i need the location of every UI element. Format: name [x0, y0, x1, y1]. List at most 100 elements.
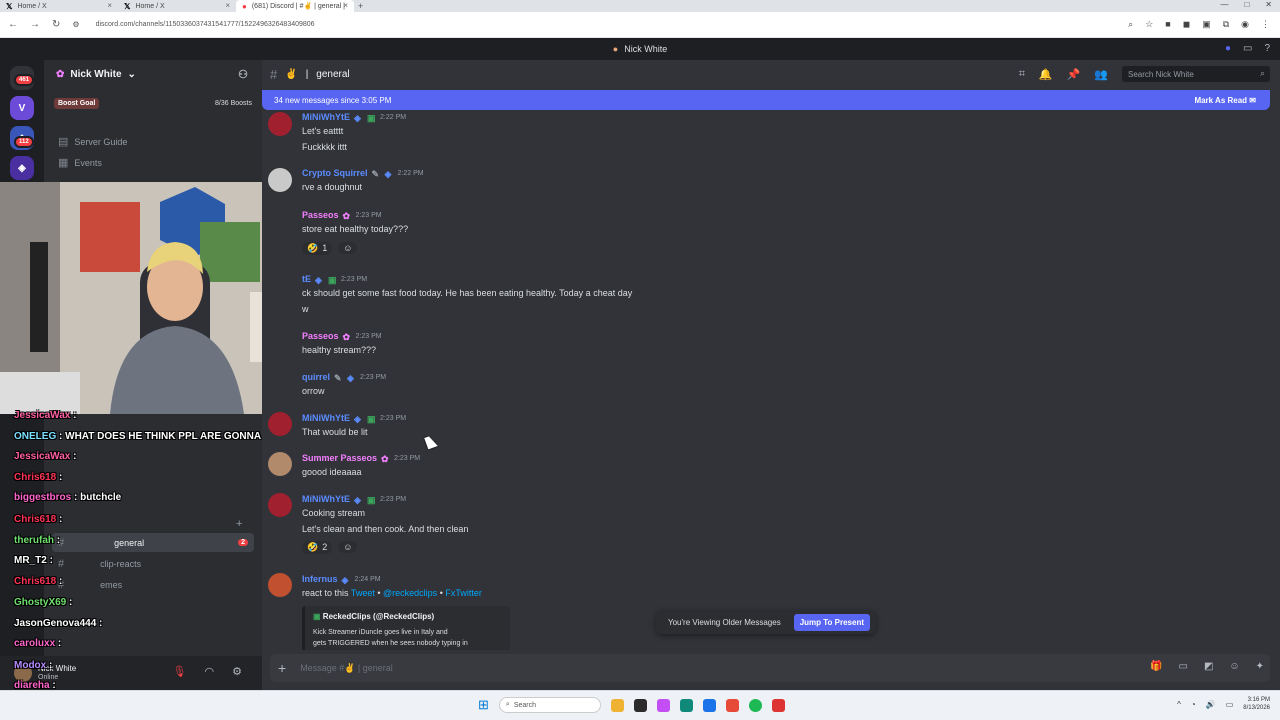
message-author[interactable]: tE ◈ ▣ 2:23 PM — [302, 274, 367, 285]
message-author[interactable]: MiNiWhYtE ◈ ▣ 2:23 PM — [302, 413, 406, 424]
bell-icon[interactable]: 🔔 — [1039, 68, 1053, 81]
add-reaction-icon[interactable]: ☺ — [338, 242, 358, 254]
volume-icon[interactable]: 🔊 — [1206, 700, 1216, 709]
message-author[interactable]: MiNiWhYtE ◈ ▣ 2:22 PM — [302, 112, 406, 123]
mark-as-read-button[interactable]: Mark As Read ✉ — [1194, 96, 1256, 105]
invite-icon[interactable]: ⚇ — [238, 68, 248, 81]
attach-plus-icon[interactable]: + — [278, 660, 286, 676]
avatar[interactable] — [268, 573, 292, 597]
help-icon[interactable]: ? — [1264, 43, 1270, 54]
gear-icon[interactable]: ⚙ — [232, 665, 242, 678]
site-info-icon[interactable]: ⚙ — [72, 20, 79, 29]
message-author[interactable]: Infernus ◈ 2:24 PM — [302, 574, 381, 585]
battery-icon[interactable]: ▭ — [1226, 700, 1234, 709]
extensions-puzzle-icon[interactable]: ⧉ — [1223, 19, 1229, 30]
windows-start-icon[interactable]: ⊞ — [478, 697, 489, 713]
extension-icon[interactable]: ▣ — [1202, 19, 1211, 30]
close-tab-icon[interactable]: × — [107, 1, 112, 10]
taskbar-search[interactable]: ⌕ Search — [498, 697, 601, 713]
nav-events[interactable]: ▦ Events — [52, 153, 254, 172]
server-icon[interactable]: ◈ — [10, 156, 34, 180]
stream-chat-line: ONELEG : WHAT DOES HE THINK PPL ARE GONN… — [14, 431, 283, 442]
apps-icon[interactable]: ✦ — [1256, 661, 1264, 672]
minimize-icon[interactable]: — — [1220, 0, 1228, 9]
fxtwitter-link[interactable]: FxTwitter — [445, 588, 482, 598]
profile-icon[interactable]: ◉ — [1241, 19, 1249, 30]
zoom-icon[interactable]: ⌕ — [1128, 19, 1133, 30]
url-field[interactable]: discord.com/channels/1150336037431541777… — [96, 21, 315, 28]
maximize-icon[interactable]: □ — [1244, 0, 1249, 9]
close-tab-icon[interactable]: × — [225, 1, 230, 10]
browser-tab[interactable]: 𝕏 Home / X × — [0, 0, 118, 12]
app-icon[interactable] — [771, 698, 785, 712]
message-author[interactable]: Crypto Squirrel ✎ ◈ 2:22 PM — [302, 168, 424, 179]
channel-general[interactable]: # general 2 — [52, 533, 254, 552]
browser-tab[interactable]: 𝕏 Home / X × — [118, 0, 236, 12]
avatar[interactable] — [268, 412, 292, 436]
chevron-up-icon[interactable]: ^ — [1177, 700, 1181, 709]
server-icon[interactable]: V — [10, 96, 34, 120]
reaction-chip[interactable]: 🤣 2 — [302, 540, 333, 554]
chrome-icon[interactable] — [725, 698, 739, 712]
message-author[interactable]: MiNiWhYtE ◈ ▣ 2:23 PM — [302, 494, 406, 505]
jump-to-present-button[interactable]: Jump To Present — [793, 614, 870, 631]
avatar[interactable] — [268, 112, 292, 136]
tweet-link[interactable]: Tweet — [351, 588, 375, 598]
new-tab-icon[interactable]: + — [358, 1, 363, 11]
emoji-icon[interactable]: ☺ — [1229, 661, 1239, 672]
close-tab-icon[interactable]: × — [343, 1, 348, 10]
close-window-icon[interactable]: ✕ — [1265, 0, 1272, 9]
member-list-icon[interactable]: 👥 — [1094, 68, 1108, 81]
back-icon[interactable]: ← — [8, 19, 18, 30]
extension-icon[interactable]: ■ — [1165, 19, 1170, 30]
reload-icon[interactable]: ↻ — [52, 19, 60, 30]
gift-icon[interactable]: 🎁 — [1150, 661, 1162, 672]
terminal-icon[interactable] — [633, 698, 647, 712]
boost-goal[interactable]: Boost Goal 8/36 Boosts — [54, 96, 252, 110]
copilot-icon[interactable] — [656, 698, 670, 712]
browser-menu-icon[interactable]: ⋮ — [1261, 19, 1270, 30]
browser-tab-active[interactable]: ● (681) Discord | #✌ | general | × — [236, 0, 354, 12]
avatar[interactable]: ● — [1225, 43, 1231, 54]
avatar[interactable] — [268, 452, 292, 476]
nav-server-guide[interactable]: ▤ Server Guide — [52, 132, 254, 151]
inbox-icon[interactable]: ▭ — [1243, 43, 1252, 54]
handle-link[interactable]: @reckedclips — [383, 588, 437, 598]
headphones-icon[interactable]: ◠ — [205, 665, 215, 678]
message-author[interactable]: Passeos ✿ 2:23 PM — [302, 331, 382, 342]
laughing-emoji-icon: 🤣 — [307, 242, 319, 253]
spotify-icon[interactable] — [748, 698, 762, 712]
channel-memes[interactable]: # emes — [52, 575, 254, 594]
search-input[interactable]: Search Nick White ⌕ — [1122, 66, 1270, 82]
stream-chat-separator: : — [56, 514, 63, 525]
gif-icon[interactable]: ▭ — [1178, 661, 1187, 672]
tweet-embed[interactable]: ▣ ReckedClips (@ReckedClips) Kick Stream… — [302, 606, 510, 650]
bookmark-star-icon[interactable]: ☆ — [1145, 19, 1153, 30]
avatar[interactable] — [268, 493, 292, 517]
threads-icon[interactable]: ⌗ — [1019, 68, 1025, 81]
message-author[interactable]: Summer Passeos ✿ 2:23 PM — [302, 453, 420, 464]
server-header[interactable]: ✿ Nick White ⌄ ⚇ — [44, 60, 262, 88]
embed-author[interactable]: ▣ ReckedClips (@ReckedClips) — [313, 612, 502, 621]
sticker-icon[interactable]: ◩ — [1204, 661, 1213, 672]
new-messages-bar[interactable]: 34 new messages since 3:05 PM Mark As Re… — [262, 90, 1270, 110]
pin-icon[interactable]: 📌 — [1067, 68, 1081, 81]
add-channel-icon[interactable]: + — [236, 518, 242, 530]
reaction-chip[interactable]: 🤣 1 — [302, 241, 333, 255]
role-badge-icon: ▣ — [328, 274, 337, 285]
clock[interactable]: 3:16 PM 8/13/2026 — [1243, 696, 1270, 712]
store-icon[interactable] — [702, 698, 716, 712]
file-explorer-icon[interactable] — [610, 698, 624, 712]
extension-icon[interactable]: ◼ — [1183, 19, 1190, 30]
message-composer[interactable]: + Message #✌ | general 🎁 ▭ ◩ ☺ ✦ — [270, 654, 1270, 682]
avatar[interactable] — [268, 168, 292, 192]
message-input[interactable]: Message #✌ | general — [300, 663, 393, 674]
wifi-icon[interactable]: ◔ — [1191, 700, 1196, 709]
message-author[interactable]: quirrel ✎ ◈ 2:23 PM — [302, 372, 386, 383]
edge-icon[interactable] — [679, 698, 693, 712]
add-reaction-icon[interactable]: ☺ — [338, 541, 358, 553]
message-author[interactable]: Passeos ✿ 2:23 PM — [302, 210, 382, 221]
forward-icon[interactable]: → — [30, 19, 40, 30]
channel-clip-reacts[interactable]: # clip-reacts — [52, 554, 254, 573]
microphone-muted-icon[interactable]: 🎙 — [173, 665, 187, 678]
